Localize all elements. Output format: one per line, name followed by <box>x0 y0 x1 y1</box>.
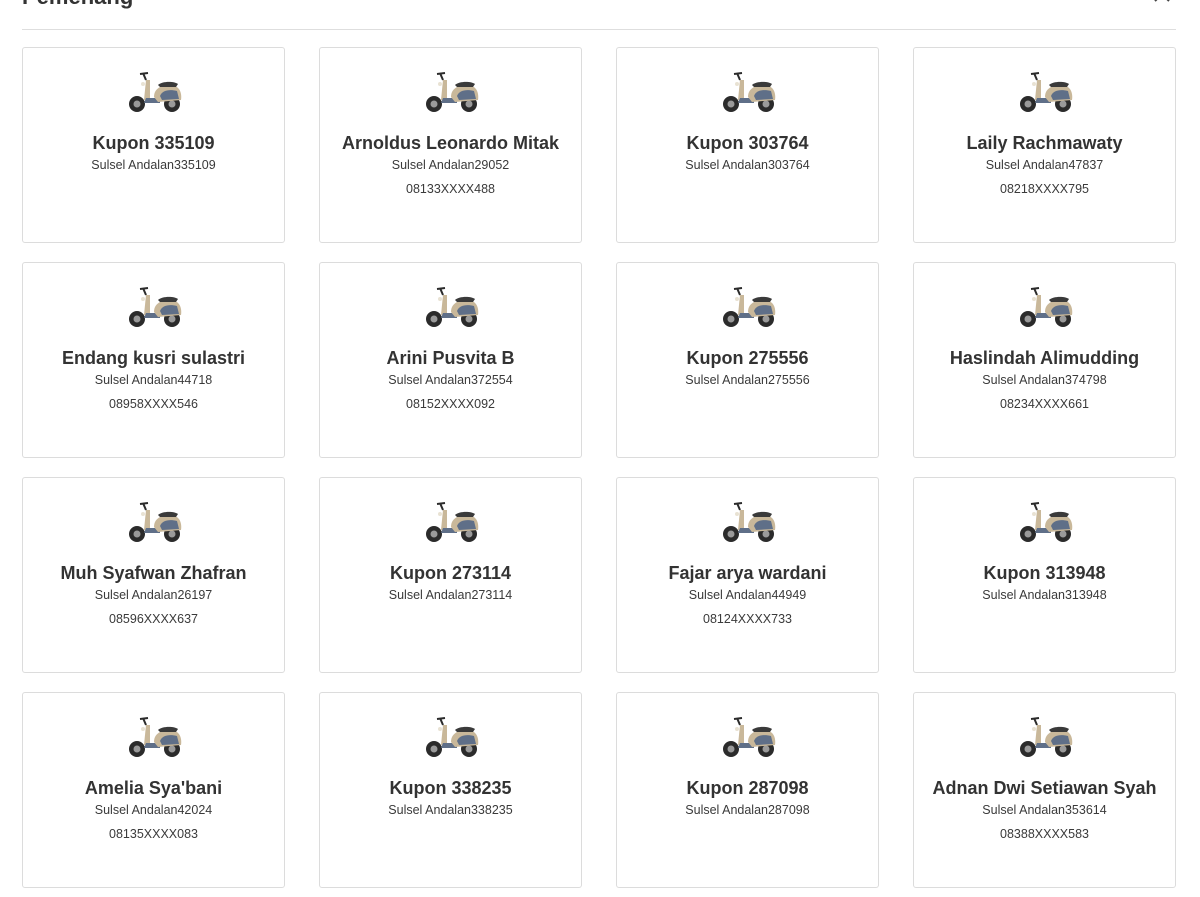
winner-phone: 08152XXXX092 <box>406 397 495 411</box>
scooter-icon <box>124 715 184 759</box>
winner-code: Sulsel Andalan338235 <box>388 803 513 817</box>
winner-phone: 08133XXXX488 <box>406 182 495 196</box>
winner-name: Adnan Dwi Setiawan Syah <box>932 778 1157 798</box>
winner-card: Fajar arya wardani Sulsel Andalan44949 0… <box>616 477 879 673</box>
winner-code: Sulsel Andalan353614 <box>982 803 1107 817</box>
winner-code: Sulsel Andalan303764 <box>685 158 810 172</box>
winner-code: Sulsel Andalan287098 <box>685 803 810 817</box>
scooter-icon <box>718 500 778 544</box>
winner-phone: 08596XXXX637 <box>109 612 198 626</box>
winner-code: Sulsel Andalan374798 <box>982 373 1107 387</box>
winner-card: Laily Rachmawaty Sulsel Andalan47837 082… <box>913 47 1176 243</box>
chevron-up-icon[interactable] <box>1152 0 1172 4</box>
winner-name: Arnoldus Leonardo Mitak <box>341 133 559 153</box>
winner-card: Adnan Dwi Setiawan Syah Sulsel Andalan35… <box>913 692 1176 888</box>
winner-name: Arini Pusvita B <box>386 348 515 368</box>
winner-card: Kupon 303764 Sulsel Andalan303764 <box>616 47 879 243</box>
scooter-icon <box>421 500 481 544</box>
winner-code: Sulsel Andalan47837 <box>985 158 1104 172</box>
winner-code: Sulsel Andalan313948 <box>982 588 1107 602</box>
scooter-icon <box>124 500 184 544</box>
scooter-icon <box>124 70 184 114</box>
section-header: Pemenang <box>22 0 1176 30</box>
winner-code: Sulsel Andalan275556 <box>685 373 810 387</box>
section-title: Pemenang <box>22 0 133 8</box>
winner-card: Kupon 275556 Sulsel Andalan275556 <box>616 262 879 458</box>
winner-name: Kupon 338235 <box>389 778 512 798</box>
winner-card: Amelia Sya'bani Sulsel Andalan42024 0813… <box>22 692 285 888</box>
winner-code: Sulsel Andalan44718 <box>94 373 213 387</box>
winner-phone: 08218XXXX795 <box>1000 182 1089 196</box>
winner-card: Muh Syafwan Zhafran Sulsel Andalan26197 … <box>22 477 285 673</box>
winner-name: Amelia Sya'bani <box>84 778 223 798</box>
winner-card: Endang kusri sulastri Sulsel Andalan4471… <box>22 262 285 458</box>
scooter-icon <box>718 715 778 759</box>
winner-name: Kupon 275556 <box>686 348 809 368</box>
winner-code: Sulsel Andalan372554 <box>388 373 513 387</box>
winner-name: Kupon 335109 <box>92 133 215 153</box>
scooter-icon <box>421 70 481 114</box>
winner-card: Kupon 273114 Sulsel Andalan273114 <box>319 477 582 673</box>
winner-name: Kupon 287098 <box>686 778 809 798</box>
scooter-icon <box>718 70 778 114</box>
winner-card: Arnoldus Leonardo Mitak Sulsel Andalan29… <box>319 47 582 243</box>
scooter-icon <box>718 285 778 329</box>
scooter-icon <box>1015 285 1075 329</box>
winner-phone: 08388XXXX583 <box>1000 827 1089 841</box>
winner-card: Kupon 313948 Sulsel Andalan313948 <box>913 477 1176 673</box>
scooter-icon <box>124 285 184 329</box>
winner-code: Sulsel Andalan273114 <box>388 588 513 602</box>
winner-name: Muh Syafwan Zhafran <box>60 563 247 583</box>
winner-card: Arini Pusvita B Sulsel Andalan372554 081… <box>319 262 582 458</box>
scooter-icon <box>421 285 481 329</box>
winner-code: Sulsel Andalan29052 <box>391 158 510 172</box>
winner-name: Kupon 313948 <box>983 563 1106 583</box>
winner-name: Kupon 273114 <box>389 563 512 583</box>
winner-card: Kupon 287098 Sulsel Andalan287098 <box>616 692 879 888</box>
winner-code: Sulsel Andalan26197 <box>94 588 213 602</box>
winner-name: Laily Rachmawaty <box>966 133 1123 153</box>
scooter-icon <box>1015 70 1075 114</box>
winner-phone: 08234XXXX661 <box>1000 397 1089 411</box>
winner-card: Kupon 338235 Sulsel Andalan338235 <box>319 692 582 888</box>
winner-name: Endang kusri sulastri <box>61 348 246 368</box>
winner-phone: 08958XXXX546 <box>109 397 198 411</box>
winner-name: Haslindah Alimudding <box>949 348 1140 368</box>
winner-name: Kupon 303764 <box>686 133 809 153</box>
scooter-icon <box>421 715 481 759</box>
winner-code: Sulsel Andalan44949 <box>688 588 807 602</box>
winner-card: Kupon 335109 Sulsel Andalan335109 <box>22 47 285 243</box>
winner-grid: Kupon 335109 Sulsel Andalan335109 Arnold… <box>22 47 1176 888</box>
winner-code: Sulsel Andalan42024 <box>94 803 213 817</box>
winner-phone: 08135XXXX083 <box>109 827 198 841</box>
winner-name: Fajar arya wardani <box>668 563 827 583</box>
scooter-icon <box>1015 715 1075 759</box>
winner-phone: 08124XXXX733 <box>703 612 792 626</box>
scooter-icon <box>1015 500 1075 544</box>
winner-code: Sulsel Andalan335109 <box>91 158 216 172</box>
winner-card: Haslindah Alimudding Sulsel Andalan37479… <box>913 262 1176 458</box>
